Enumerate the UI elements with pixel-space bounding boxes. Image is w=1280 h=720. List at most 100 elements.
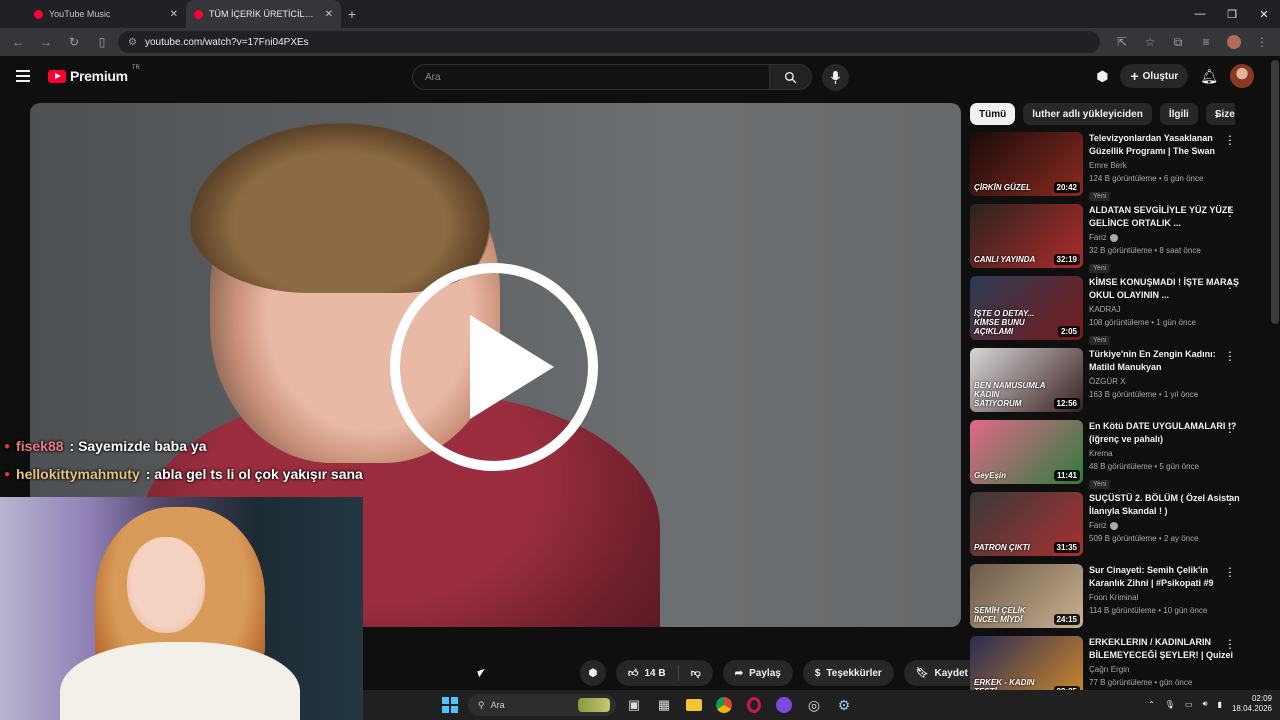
channel-name[interactable]: Çağrı Ergin	[1089, 663, 1129, 676]
show-hidden-icons-icon[interactable]: ⌃	[1148, 700, 1155, 709]
recommendation-item[interactable]: BEN NAMUSUMLA KADIN SATIYORUM 12:56 Türkiy…	[970, 348, 1240, 414]
bookmark-star-icon[interactable]: ☆	[1138, 30, 1162, 54]
extensions-icon[interactable]: ⧉	[1166, 30, 1190, 54]
video-title[interactable]: En Kötü DATE UYGULAMALARI !? (iğrenç ve …	[1089, 420, 1240, 446]
more-options-icon[interactable]: ⋮	[1224, 494, 1236, 506]
video-title[interactable]: ERKEKLERIN / KADINLARIN BİLEMEYECEĞİ ŞEY…	[1089, 636, 1240, 662]
page-scrollbar[interactable]	[1271, 60, 1279, 324]
save-button[interactable]: 🔖︎ Kaydet	[903, 660, 980, 686]
microphone-tray-icon[interactable]: 🎙︎	[1165, 700, 1175, 709]
video-thumbnail[interactable]: CANLI YAYINDA 32:19	[970, 204, 1083, 268]
profile-icon[interactable]	[1222, 30, 1246, 54]
channel-name[interactable]: Fariz	[1089, 231, 1107, 244]
channel-name[interactable]: Foon Kriminal	[1089, 591, 1138, 604]
video-thumbnail[interactable]: BEN NAMUSUMLA KADIN SATIYORUM 12:56	[970, 348, 1083, 412]
media-control-icon[interactable]: ≡	[1194, 30, 1218, 54]
recommendation-item[interactable]: CANLI YAYINDA 32:19 ALDATAN SEVGİLİYLE YÜZ…	[970, 204, 1240, 273]
maximize-icon[interactable]: ❐	[1216, 0, 1248, 28]
video-thumbnail[interactable]: PATRON ÇIKTI 31:35	[970, 492, 1083, 556]
chrome-icon[interactable]	[712, 693, 736, 717]
battery-icon[interactable]: ▮	[1218, 700, 1222, 709]
channel-name[interactable]: Krema	[1089, 447, 1113, 460]
recommendation-item[interactable]: PATRON ÇIKTI 31:35 SUÇÜSTÜ 2. BÖLÜM ( Özel…	[970, 492, 1240, 558]
video-title[interactable]: Türkiye'nin En Zengin Kadını: Matild Man…	[1089, 348, 1240, 374]
channel-name[interactable]: KADRAJ	[1089, 303, 1121, 316]
channel-name[interactable]: Emre Berk	[1089, 159, 1127, 172]
more-options-icon[interactable]: ⋮	[1224, 350, 1236, 362]
video-title[interactable]: ALDATAN SEVGİLİYLE YÜZ YÜZE GELİNCE ORTA…	[1089, 204, 1240, 230]
chevron-right-icon[interactable]: ›	[1215, 108, 1219, 122]
notifications-bell-icon[interactable]: 🔔︎	[1200, 68, 1218, 85]
new-tab-button[interactable]: +	[341, 0, 363, 28]
recommendation-item[interactable]: SEMİH ÇELİK İNCEL MİYDİ 24:15 Sur Cinayeti…	[970, 564, 1240, 630]
channel-name[interactable]: Fariz	[1089, 519, 1107, 532]
task-view-icon[interactable]: ▣	[622, 693, 646, 717]
recommendation-item[interactable]: İŞTE O DETAY... KİMSE BUNU AÇIKLAMI 2:05 K…	[970, 276, 1240, 345]
video-title[interactable]: Sur Cinayeti: Semih Çelik'in Karanlık Zi…	[1089, 564, 1240, 590]
dislike-icon[interactable]: 👎︎	[691, 667, 701, 679]
more-options-icon[interactable]: ⋮	[1224, 206, 1236, 218]
chat-username: fisek88	[16, 438, 64, 454]
more-options-icon[interactable]: ⋮	[1224, 638, 1236, 650]
opera-icon[interactable]	[742, 693, 766, 717]
volume-icon[interactable]: 🔊︎	[1203, 699, 1208, 709]
youtube-premium-logo[interactable]: Premium TR	[48, 65, 140, 84]
like-count[interactable]: 14 B	[644, 668, 665, 679]
side-panel-icon[interactable]: ▯	[90, 30, 114, 54]
create-button[interactable]: + Oluştur	[1120, 64, 1189, 88]
video-title[interactable]: Televizyonlardan Yasaklanan Güzellik Pro…	[1089, 132, 1240, 158]
taskbar-clock[interactable]: 02:09 18.04.2026	[1232, 694, 1272, 714]
close-tab-icon[interactable]: ✕	[170, 9, 178, 20]
close-tab-icon[interactable]: ✕	[325, 9, 333, 20]
like-icon[interactable]: 👍︎	[628, 667, 638, 679]
chip-all[interactable]: Tümü	[970, 103, 1016, 125]
channel-name[interactable]: ÖZGÜR X	[1089, 375, 1125, 388]
recommendation-item[interactable]: GeyEşin 11:41 En Kötü DATE UYGULAMALARI !?…	[970, 420, 1240, 489]
forward-icon[interactable]: →	[34, 30, 58, 54]
chip-from-uploader[interactable]: luther adlı yükleyiciden	[1023, 103, 1152, 125]
browser-tab[interactable]: YouTube Music ✕	[26, 0, 186, 28]
video-title[interactable]: SUÇÜSTÜ 2. BÖLÜM ( Özel Asistan İlanıyla…	[1089, 492, 1240, 518]
minimize-icon[interactable]: —	[1184, 0, 1216, 28]
more-options-icon[interactable]: ⋮	[1224, 134, 1236, 146]
video-thumbnail[interactable]: SEMİH ÇELİK İNCEL MİYDİ 24:15	[970, 564, 1083, 628]
video-thumbnail[interactable]: İŞTE O DETAY... KİMSE BUNU AÇIKLAMI 2:05	[970, 276, 1083, 340]
install-app-icon[interactable]: ⇱	[1110, 30, 1134, 54]
back-icon[interactable]: ←	[6, 30, 30, 54]
premium-action-button[interactable]: ⬢	[580, 660, 606, 686]
menu-icon[interactable]	[16, 70, 30, 82]
more-options-icon[interactable]: ⋮	[1224, 278, 1236, 290]
reload-icon[interactable]: ↻	[62, 30, 86, 54]
browser-tab-active[interactable]: TÜM İÇERİK ÜRETİCİLERİNİ KAN ✕	[186, 0, 341, 28]
premium-feature-icon[interactable]: ⬢	[1096, 68, 1108, 85]
app-icon[interactable]	[772, 693, 796, 717]
taskbar-search[interactable]: ⚲ Ara	[468, 694, 616, 716]
share-button[interactable]: ➦ Paylaş	[722, 660, 793, 686]
search-input[interactable]	[412, 64, 770, 90]
more-options-icon[interactable]: ⋮	[1224, 422, 1236, 434]
like-dislike-group: 👍︎ 14 B 👎︎	[616, 660, 713, 686]
chip-for-you[interactable]: Size ö	[1205, 103, 1235, 125]
account-avatar[interactable]	[1230, 64, 1254, 88]
chip-related[interactable]: İlgili	[1159, 103, 1198, 125]
video-title[interactable]: KİMSE KONUŞMADI ! İŞTE MARAŞ OKUL OLAYIN…	[1089, 276, 1240, 302]
more-options-icon[interactable]: ⋮	[1224, 566, 1236, 578]
video-thumbnail[interactable]: ÇİRKİN GÜZEL 20:42	[970, 132, 1083, 196]
big-play-icon[interactable]	[390, 263, 598, 471]
recommendation-item[interactable]: ÇİRKİN GÜZEL 20:42 Televizyonlardan Yasakl…	[970, 132, 1240, 201]
browser-menu-icon[interactable]: ⋮	[1250, 30, 1274, 54]
settings-gear-icon[interactable]: ⚙	[832, 693, 856, 717]
search-button[interactable]	[770, 64, 812, 90]
address-bar[interactable]: ⚙ youtube.com/watch?v=17Fni04PXEs	[118, 31, 1100, 53]
site-info-icon[interactable]: ⚙	[128, 37, 137, 48]
video-thumbnail[interactable]: GeyEşin 11:41	[970, 420, 1083, 484]
display-icon[interactable]: ▭	[1185, 700, 1193, 709]
voice-search-button[interactable]	[822, 64, 849, 91]
browser-tab-strip: YouTube Music ✕ TÜM İÇERİK ÜRETİCİLERİNİ…	[0, 0, 1280, 28]
windows-start-icon[interactable]	[438, 693, 462, 717]
thanks-button[interactable]: $ Teşekkürler	[802, 660, 894, 686]
file-explorer-icon[interactable]	[682, 693, 706, 717]
close-window-icon[interactable]: ✕	[1248, 0, 1280, 28]
obs-icon[interactable]: ◎	[802, 693, 826, 717]
store-icon[interactable]: ▦	[652, 693, 676, 717]
